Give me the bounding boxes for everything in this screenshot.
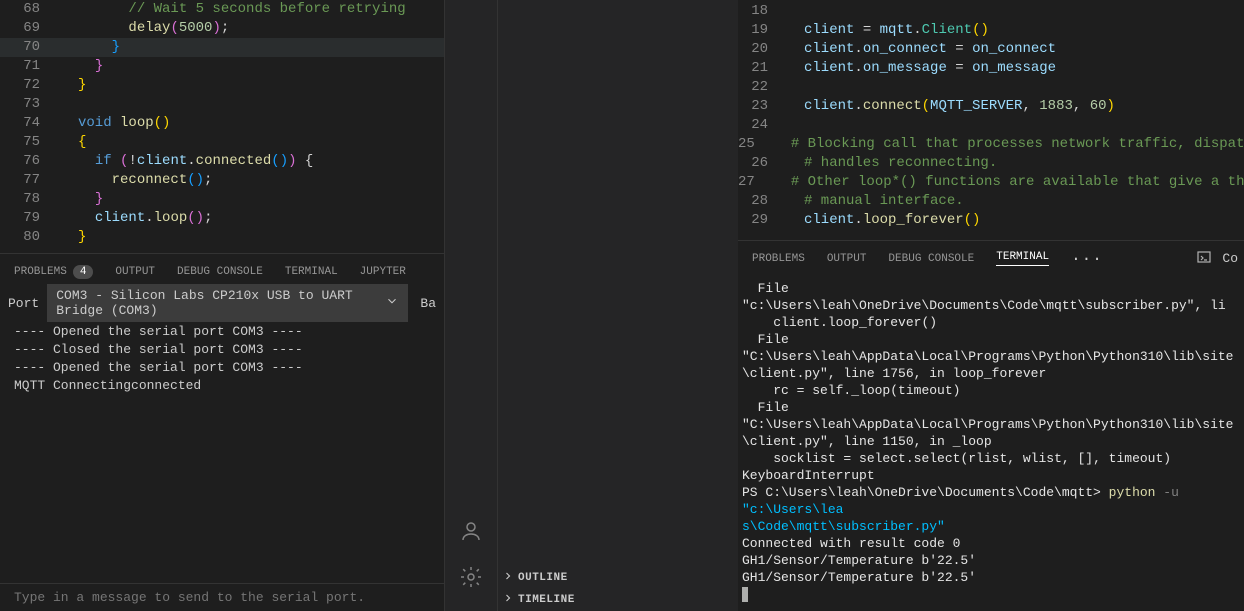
terminal-line: client.loop_forever() xyxy=(742,314,1244,331)
serial-port-row: Port COM3 - Silicon Labs CP210x USB to U… xyxy=(0,289,444,317)
code-line[interactable]: 69 delay(5000); xyxy=(0,19,444,38)
tab-terminal-label: TERMINAL xyxy=(996,251,1049,263)
tab-debug-label: DEBUG CONSOLE xyxy=(888,253,974,265)
account-icon[interactable] xyxy=(459,519,483,547)
launch-profile-icon[interactable] xyxy=(1196,249,1212,269)
serial-output-line: MQTT Connectingconnected xyxy=(14,377,430,395)
code-line[interactable]: 28# manual interface. xyxy=(738,192,1244,211)
tab-output-label: OUTPUT xyxy=(115,266,155,278)
right-panel: PROBLEMS OUTPUT DEBUG CONSOLE TERMINAL ·… xyxy=(738,240,1244,611)
code-line[interactable]: 22 xyxy=(738,78,1244,97)
right-panel-tabbar: PROBLEMS OUTPUT DEBUG CONSOLE TERMINAL ·… xyxy=(738,241,1244,276)
chevron-right-icon xyxy=(502,592,514,608)
tab-terminal[interactable]: TERMINAL xyxy=(996,251,1049,266)
serial-output-line: ---- Opened the serial port COM3 ---- xyxy=(14,359,430,377)
code-line[interactable]: 20client.on_connect = on_connect xyxy=(738,40,1244,59)
terminal-line: s\Code\mqtt\subscriber.py" xyxy=(742,518,1244,535)
terminal-line: File "c:\Users\leah\OneDrive\Documents\C… xyxy=(742,280,1244,314)
code-line[interactable]: 23client.connect(MQTT_SERVER, 1883, 60) xyxy=(738,97,1244,116)
code-line[interactable]: 27# Other loop*() functions are availabl… xyxy=(738,173,1244,192)
code-line[interactable]: 25# Blocking call that processes network… xyxy=(738,135,1244,154)
right-editor[interactable]: 1819client = mqtt.Client()20client.on_co… xyxy=(738,0,1244,230)
outline-header[interactable]: OUTLINE xyxy=(498,567,738,589)
left-panel: PROBLEMS 4 OUTPUT DEBUG CONSOLE TERMINAL… xyxy=(0,253,444,611)
code-line[interactable]: 73 xyxy=(0,95,444,114)
terminal-line: \client.py", line 1150, in _loop xyxy=(742,433,1244,450)
right-editor-group: 1819client = mqtt.Client()20client.on_co… xyxy=(738,0,1244,611)
port-select-value: COM3 - Silicon Labs CP210x USB to UART B… xyxy=(56,288,377,318)
sidebar-column xyxy=(498,0,738,567)
tab-output-label: OUTPUT xyxy=(827,253,867,265)
port-label: Port xyxy=(8,296,39,311)
tab-jupyter-label: JUPYTER xyxy=(360,266,406,278)
tab-problems[interactable]: PROBLEMS 4 xyxy=(14,265,93,279)
code-line[interactable]: 71 } xyxy=(0,57,444,76)
chevron-down-icon xyxy=(385,294,399,312)
left-editor[interactable]: 68 // Wait 5 seconds before retrying69 d… xyxy=(0,0,444,247)
code-line[interactable]: 79 client.loop(); xyxy=(0,209,444,228)
serial-message-input[interactable] xyxy=(14,590,430,605)
left-editor-group: 68 // Wait 5 seconds before retrying69 d… xyxy=(0,0,444,611)
terminal-line: GH1/Sensor/Temperature b'22.5' xyxy=(742,569,1244,586)
terminal-line: \client.py", line 1756, in loop_forever xyxy=(742,365,1244,382)
outline-timeline-headers: OUTLINE TIMELINE xyxy=(498,567,738,611)
code-line[interactable]: 80} xyxy=(0,228,444,247)
chevron-right-icon xyxy=(502,570,514,586)
tab-terminal-label: TERMINAL xyxy=(285,266,338,278)
code-line[interactable]: 68 // Wait 5 seconds before retrying xyxy=(0,0,444,19)
code-line[interactable]: 78 } xyxy=(0,190,444,209)
activity-bar xyxy=(444,0,498,611)
serial-message-bar xyxy=(0,583,444,611)
code-line[interactable]: 75{ xyxy=(0,133,444,152)
serial-output-line: ---- Opened the serial port COM3 ---- xyxy=(14,323,430,341)
terminal-output[interactable]: File "c:\Users\leah\OneDrive\Documents\C… xyxy=(738,276,1244,607)
terminal-cursor xyxy=(742,586,1244,603)
tab-output[interactable]: OUTPUT xyxy=(115,266,155,278)
terminal-line: Connected with result code 0 xyxy=(742,535,1244,552)
tab-terminal[interactable]: TERMINAL xyxy=(285,266,338,278)
code-line[interactable]: 19client = mqtt.Client() xyxy=(738,21,1244,40)
terminal-line: File "C:\Users\leah\AppData\Local\Progra… xyxy=(742,331,1244,365)
terminal-line: rc = self._loop(timeout) xyxy=(742,382,1244,399)
timeline-header[interactable]: TIMELINE xyxy=(498,589,738,611)
code-line[interactable]: 29client.loop_forever() xyxy=(738,211,1244,230)
serial-output-line: ---- Closed the serial port COM3 ---- xyxy=(14,341,430,359)
serial-monitor-output[interactable]: ---- Opened the serial port COM3 -------… xyxy=(0,317,444,401)
tab-problems[interactable]: PROBLEMS xyxy=(752,253,805,265)
problems-count-badge: 4 xyxy=(73,265,94,279)
baud-label: Ba xyxy=(420,296,436,311)
code-line[interactable]: 74void loop() xyxy=(0,114,444,133)
code-line[interactable]: 72} xyxy=(0,76,444,95)
code-line[interactable]: 77 reconnect(); xyxy=(0,171,444,190)
terminal-line: PS C:\Users\leah\OneDrive\Documents\Code… xyxy=(742,484,1244,518)
right-panel-label: Co xyxy=(1222,251,1238,266)
tab-problems-label: PROBLEMS xyxy=(14,266,67,278)
code-line[interactable]: 26# handles reconnecting. xyxy=(738,154,1244,173)
tab-output[interactable]: OUTPUT xyxy=(827,253,867,265)
tab-jupyter[interactable]: JUPYTER xyxy=(360,266,406,278)
terminal-line: socklist = select.select(rlist, wlist, [… xyxy=(742,450,1244,467)
terminal-line: GH1/Sensor/Temperature b'22.5' xyxy=(742,552,1244,569)
gear-icon[interactable] xyxy=(459,565,483,593)
tab-debug-label: DEBUG CONSOLE xyxy=(177,266,263,278)
code-line[interactable]: 21client.on_message = on_message xyxy=(738,59,1244,78)
code-line[interactable]: 76 if (!client.connected()) { xyxy=(0,152,444,171)
more-icon[interactable]: ··· xyxy=(1071,250,1103,268)
tab-problems-label: PROBLEMS xyxy=(752,253,805,265)
terminal-line: File "C:\Users\leah\AppData\Local\Progra… xyxy=(742,399,1244,433)
tab-debug-console[interactable]: DEBUG CONSOLE xyxy=(888,253,974,265)
timeline-label: TIMELINE xyxy=(518,594,575,606)
terminal-line: KeyboardInterrupt xyxy=(742,467,1244,484)
code-line[interactable]: 24 xyxy=(738,116,1244,135)
outline-label: OUTLINE xyxy=(518,572,568,584)
tab-debug-console[interactable]: DEBUG CONSOLE xyxy=(177,266,263,278)
code-line[interactable]: 70 } xyxy=(0,38,444,57)
code-line[interactable]: 18 xyxy=(738,2,1244,21)
